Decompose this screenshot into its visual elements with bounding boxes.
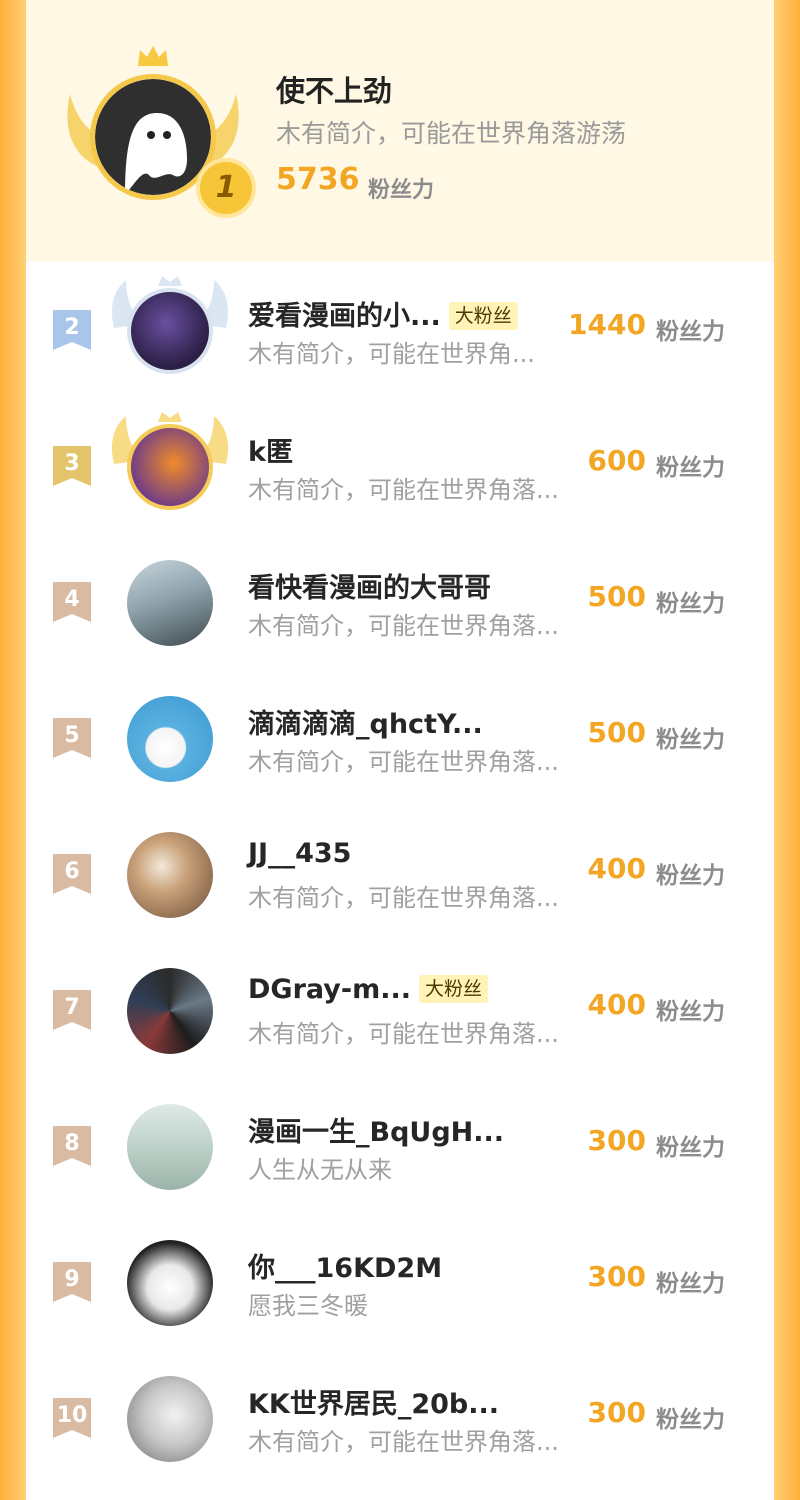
list-item[interactable]: 3 k匿 木有简介，可能在世界角落... 600 粉丝力 xyxy=(26,406,774,526)
avatar[interactable] xyxy=(127,696,213,782)
avatar[interactable] xyxy=(127,1104,213,1190)
rank-ribbon: 7 xyxy=(53,990,91,1030)
avatar[interactable] xyxy=(127,560,213,646)
crown-icon xyxy=(138,46,168,66)
fan-score: 300 xyxy=(587,1124,646,1157)
fan-ranking-card: 1 使不上劲 木有简介，可能在世界角落游荡 5736 粉丝力 2 爱看漫画的小.… xyxy=(26,0,774,1500)
ghost-avatar-icon xyxy=(95,79,211,195)
fan-name[interactable]: 你___16KD2M xyxy=(248,1246,442,1285)
rank-ribbon: 8 xyxy=(53,1126,91,1166)
fan-bio: 人生从无从来 xyxy=(248,1156,392,1184)
top-avatar-frame[interactable]: 1 xyxy=(62,44,256,218)
fan-name[interactable]: 滴滴滴滴_qhctY... xyxy=(248,702,483,741)
fan-name[interactable]: k匿 xyxy=(248,430,293,469)
fan-bio: 木有简介，可能在世界角落... xyxy=(248,612,559,640)
fan-score-unit: 粉丝力 xyxy=(656,1271,725,1297)
fan-bio: 木有简介，可能在世界角... xyxy=(248,340,535,368)
rank-ribbon: 2 xyxy=(53,310,91,350)
fan-name[interactable]: KK世界居民_20b... xyxy=(248,1382,499,1421)
fan-name[interactable]: 漫画一生_BqUgH... xyxy=(248,1110,504,1149)
fan-bio: 木有简介，可能在世界角落... xyxy=(248,1428,559,1456)
rank-ribbon: 3 xyxy=(53,446,91,486)
fan-score: 300 xyxy=(587,1260,646,1293)
fan-score: 600 xyxy=(587,444,646,477)
avatar[interactable] xyxy=(127,1376,213,1462)
list-item[interactable]: 7 DGray-m... 大粉丝 木有简介，可能在世界角落... 400 粉丝力 xyxy=(26,950,774,1070)
list-item[interactable]: 6 JJ__435 木有简介，可能在世界角落... 400 粉丝力 xyxy=(26,814,774,934)
fan-bio: 木有简介，可能在世界角落... xyxy=(248,748,559,776)
rank-1-medal: 1 xyxy=(196,158,256,218)
avatar[interactable] xyxy=(127,832,213,918)
fan-score-unit: 粉丝力 xyxy=(656,1135,725,1161)
big-fan-badge: 大粉丝 xyxy=(419,975,489,1003)
rank-ribbon: 6 xyxy=(53,854,91,894)
list-item[interactable]: 5 滴滴滴滴_qhctY... 木有简介，可能在世界角落... 500 粉丝力 xyxy=(26,678,774,798)
top-fan-bio: 木有简介，可能在世界角落游荡 xyxy=(276,119,627,148)
fan-score: 400 xyxy=(587,852,646,885)
fan-score-unit: 粉丝力 xyxy=(656,1407,725,1433)
list-item[interactable]: 10 KK世界居民_20b... 木有简介，可能在世界角落... 300 粉丝力 xyxy=(26,1358,774,1478)
fan-score: 1440 xyxy=(568,308,646,341)
top-fan-name[interactable]: 使不上劲 xyxy=(276,68,392,110)
fan-name[interactable]: 看快看漫画的大哥哥 xyxy=(248,566,491,605)
fan-score: 500 xyxy=(587,580,646,613)
fan-score: 500 xyxy=(587,716,646,749)
rank-ribbon: 5 xyxy=(53,718,91,758)
fan-score-unit: 粉丝力 xyxy=(656,591,725,617)
list-item[interactable]: 4 看快看漫画的大哥哥 木有简介，可能在世界角落... 500 粉丝力 xyxy=(26,542,774,662)
fan-score-unit: 粉丝力 xyxy=(656,455,725,481)
fan-name[interactable]: DGray-m... 大粉丝 xyxy=(248,974,489,1005)
list-item[interactable]: 8 漫画一生_BqUgH... 人生从无从来 300 粉丝力 xyxy=(26,1086,774,1206)
list-item[interactable]: 2 爱看漫画的小... 大粉丝 木有简介，可能在世界角... 1440 粉丝力 xyxy=(26,270,774,390)
fan-bio: 木有简介，可能在世界角落... xyxy=(248,1020,559,1048)
big-fan-badge: 大粉丝 xyxy=(448,302,518,330)
rank-ribbon: 4 xyxy=(53,582,91,622)
list-item[interactable]: 9 你___16KD2M 愿我三冬暖 300 粉丝力 xyxy=(26,1222,774,1342)
top-fan-score: 5736 xyxy=(276,162,360,197)
fan-bio: 木有简介，可能在世界角落... xyxy=(248,476,559,504)
fan-score: 300 xyxy=(587,1396,646,1429)
fan-score-unit: 粉丝力 xyxy=(656,999,725,1025)
top-fan-panel[interactable]: 1 使不上劲 木有简介，可能在世界角落游荡 5736 粉丝力 xyxy=(26,0,774,262)
fan-bio: 木有简介，可能在世界角落... xyxy=(248,884,559,912)
rank-ribbon: 10 xyxy=(53,1398,91,1438)
fan-score-unit: 粉丝力 xyxy=(656,319,725,345)
fan-bio: 愿我三冬暖 xyxy=(248,1292,368,1320)
fan-name[interactable]: JJ__435 xyxy=(248,838,351,869)
avatar[interactable] xyxy=(127,424,213,510)
fan-score: 400 xyxy=(587,988,646,1021)
rank-ribbon: 9 xyxy=(53,1262,91,1302)
avatar[interactable] xyxy=(127,968,213,1054)
avatar[interactable] xyxy=(127,288,213,374)
avatar[interactable] xyxy=(127,1240,213,1326)
fan-score-unit: 粉丝力 xyxy=(656,727,725,753)
top-fan-unit: 粉丝力 xyxy=(368,178,435,203)
fan-score-unit: 粉丝力 xyxy=(656,863,725,889)
fan-name[interactable]: 爱看漫画的小... 大粉丝 xyxy=(248,294,518,333)
